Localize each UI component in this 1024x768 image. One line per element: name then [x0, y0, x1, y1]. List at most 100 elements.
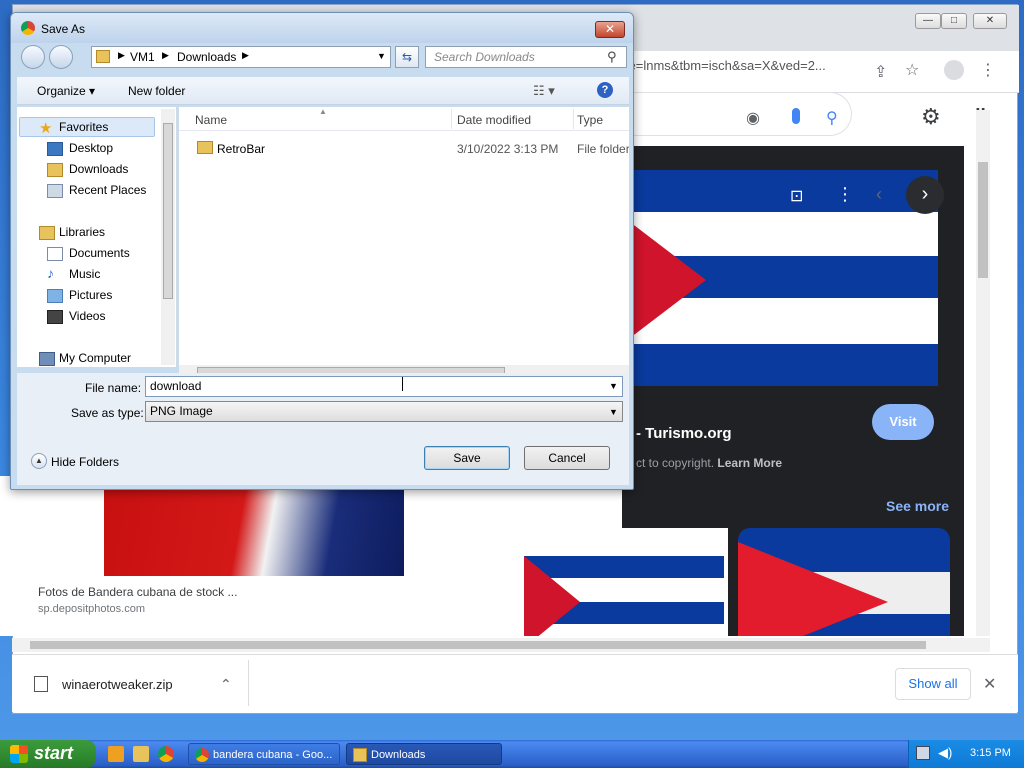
taskbar-item-chrome[interactable]: bandera cubana - Goo...: [188, 743, 340, 765]
nav-desktop[interactable]: Desktop: [69, 141, 113, 155]
column-name[interactable]: Name: [195, 113, 227, 127]
dialog-close-button[interactable]: ✕: [595, 21, 625, 38]
documents-icon: [47, 247, 63, 261]
chrome-quicklaunch-icon[interactable]: [158, 746, 174, 762]
minimize-button[interactable]: —: [915, 13, 941, 29]
maximize-button[interactable]: □: [941, 13, 967, 29]
breadcrumb-downloads[interactable]: Downloads: [177, 50, 236, 64]
new-folder-button[interactable]: New folder: [128, 84, 185, 98]
desktop-icon: [47, 142, 63, 156]
nav-scrollbar[interactable]: [161, 109, 175, 365]
explorer-quicklaunch-icon[interactable]: [133, 746, 149, 762]
related-image-2[interactable]: [738, 528, 950, 636]
volume-icon[interactable]: ◀): [938, 745, 952, 761]
network-icon[interactable]: [916, 746, 930, 760]
dialog-title: Save As: [41, 22, 86, 36]
thumb-source: sp.depositphotos.com: [38, 603, 146, 615]
forward-button[interactable]: [49, 45, 73, 69]
nav-recent-places[interactable]: Recent Places: [69, 183, 146, 197]
nav-libraries[interactable]: Libraries: [59, 225, 105, 239]
learn-more-link[interactable]: Learn More: [717, 456, 782, 470]
next-arrow-icon[interactable]: ›: [906, 176, 944, 214]
download-item-name[interactable]: winaerotweaker.zip: [62, 677, 173, 692]
help-icon[interactable]: ?: [597, 82, 613, 98]
text-cursor: [402, 377, 403, 391]
file-name-label: File name:: [85, 381, 142, 395]
bookmark-star-icon[interactable]: ☆: [905, 60, 919, 80]
save-button[interactable]: Save: [424, 446, 510, 470]
file-row-type: File folder: [577, 142, 629, 156]
chrome-menu-icon[interactable]: ⋮: [980, 60, 996, 80]
dialog-titlebar: [11, 13, 633, 43]
nav-downloads[interactable]: Downloads: [69, 162, 128, 176]
breadcrumb[interactable]: ▶ VM1 ▶ Downloads ▶ ▼: [91, 46, 391, 68]
show-all-button[interactable]: Show all: [895, 668, 971, 700]
search-downloads-input[interactable]: Search Downloads: [425, 46, 627, 68]
folder-icon: [197, 141, 213, 154]
clock[interactable]: 3:15 PM: [970, 747, 1011, 759]
recent-places-icon: [47, 184, 63, 198]
file-name-input[interactable]: download: [145, 376, 623, 397]
cancel-button[interactable]: Cancel: [524, 446, 610, 470]
windows-logo-icon: [10, 745, 28, 763]
result-thumbnail-flag[interactable]: [104, 488, 404, 576]
organize-menu[interactable]: Organize ▾: [37, 84, 95, 98]
camera-icon[interactable]: ◉: [746, 108, 760, 128]
hide-folders-chevron-icon[interactable]: ▲: [31, 453, 47, 469]
nav-favorites[interactable]: Favorites: [59, 120, 108, 134]
save-type-dropdown-icon[interactable]: ▼: [609, 407, 618, 417]
breadcrumb-dropdown-icon[interactable]: ▼: [377, 51, 386, 61]
taskbar-item-chrome-label: bandera cubana - Goo...: [213, 749, 333, 761]
close-download-bar-icon[interactable]: ✕: [983, 674, 996, 694]
url-text[interactable]: ce=lnms&tbm=isch&sa=X&ved=2...: [622, 58, 826, 73]
nav-videos[interactable]: Videos: [69, 309, 105, 323]
nav-music[interactable]: Music: [69, 267, 100, 281]
chrome-icon: [195, 748, 209, 762]
search-icon[interactable]: ⚲: [826, 108, 838, 128]
horizontal-scrollbar[interactable]: [12, 638, 990, 652]
refresh-icon[interactable]: ⇆: [395, 46, 419, 68]
column-type[interactable]: Type: [577, 113, 603, 127]
profile-avatar[interactable]: [944, 60, 964, 80]
result-source[interactable]: - Turismo.org: [636, 425, 732, 442]
save-type-label: Save as type:: [71, 406, 144, 420]
view-options-icon[interactable]: ☷ ▾: [533, 83, 555, 99]
column-header-row: [179, 107, 629, 131]
large-flag-image[interactable]: [622, 170, 938, 386]
nav-documents[interactable]: Documents: [69, 246, 130, 260]
computer-icon: [39, 352, 55, 366]
hide-folders-button[interactable]: Hide Folders: [51, 455, 119, 469]
more-options-icon[interactable]: ⋮: [836, 184, 854, 205]
visit-button[interactable]: Visit: [872, 404, 934, 440]
save-type-select[interactable]: PNG Image: [145, 401, 623, 422]
media-player-quicklaunch-icon[interactable]: [108, 746, 124, 762]
taskbar-item-downloads-label: Downloads: [371, 749, 426, 761]
chevron-up-icon[interactable]: ⌃: [220, 676, 232, 693]
nav-pictures[interactable]: Pictures: [69, 288, 112, 302]
thumb-caption[interactable]: Fotos de Bandera cubana de stock ...: [38, 585, 237, 599]
taskbar: [0, 740, 1024, 768]
close-window-button[interactable]: ✕: [973, 13, 1007, 29]
share-icon[interactable]: ⇪: [874, 62, 887, 82]
settings-gear-icon[interactable]: ⚙: [921, 104, 941, 130]
downloads-folder-icon: [47, 163, 63, 177]
videos-icon: [47, 310, 63, 324]
related-image-1[interactable]: [516, 528, 728, 636]
taskbar-item-downloads[interactable]: Downloads: [346, 743, 502, 765]
nav-my-computer[interactable]: My Computer: [59, 351, 131, 365]
file-name-dropdown-icon[interactable]: ▼: [609, 381, 618, 391]
see-more-link[interactable]: See more: [886, 498, 949, 514]
vertical-scrollbar[interactable]: [976, 110, 990, 636]
breadcrumb-vm1[interactable]: VM1: [130, 50, 155, 64]
search-magnifier-icon[interactable]: ⚲: [607, 49, 617, 65]
mic-icon[interactable]: [792, 108, 800, 124]
file-row-name[interactable]: RetroBar: [217, 142, 265, 156]
lens-icon[interactable]: ⊡: [790, 186, 803, 206]
chrome-icon: [21, 21, 35, 35]
back-button[interactable]: [21, 45, 45, 69]
save-as-dialog: Save As ✕ ▶ VM1 ▶ Downloads ▶ ▼ ⇆ Search…: [10, 12, 634, 490]
search-box[interactable]: [622, 92, 852, 136]
prev-arrow-icon[interactable]: ‹: [876, 184, 882, 205]
star-icon: ★: [39, 120, 53, 137]
column-date-modified[interactable]: Date modified: [457, 113, 531, 127]
